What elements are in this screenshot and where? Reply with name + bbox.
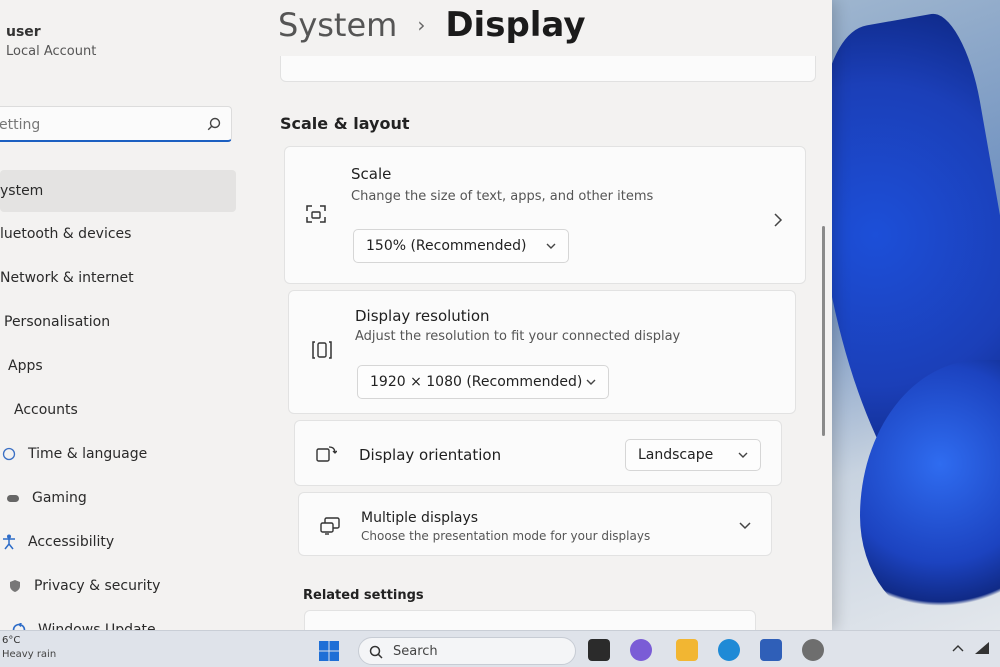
sidebar-item-accounts[interactable]: Accounts	[0, 388, 240, 432]
related-settings-card[interactable]	[304, 610, 756, 630]
search-icon	[369, 645, 383, 659]
sidebar-item-network[interactable]: Network & internet	[0, 256, 240, 300]
display-resolution-card: Display resolution Adjust the resolution…	[288, 290, 796, 414]
shield-icon	[6, 577, 24, 595]
display-orientation-card: Display orientation Landscape	[294, 420, 782, 486]
edge-browser-icon[interactable]	[718, 639, 740, 661]
multiple-displays-title: Multiple displays	[361, 510, 479, 526]
taskbar: 6°C Heavy rain Search	[0, 630, 1000, 667]
accessibility-icon	[0, 533, 18, 551]
user-name: user	[6, 24, 41, 40]
settings-gear-icon[interactable]	[802, 639, 824, 661]
network-tray-icon[interactable]	[974, 641, 990, 655]
multiple-displays-description: Choose the presentation mode for your di…	[361, 529, 651, 543]
resolution-title: Display resolution	[355, 307, 490, 325]
orientation-value: Landscape	[638, 447, 714, 463]
scale-card[interactable]: Scale Change the size of text, apps, and…	[284, 146, 806, 284]
scale-title: Scale	[351, 165, 392, 183]
resolution-value: 1920 × 1080 (Recommended)	[370, 374, 583, 390]
sidebar-item-bluetooth[interactable]: luetooth & devices	[0, 212, 240, 256]
search-placeholder: etting	[0, 117, 41, 133]
sidebar-item-accessibility[interactable]: Accessibility	[0, 520, 240, 564]
related-settings-heading: Related settings	[303, 588, 424, 603]
resolution-icon	[312, 341, 332, 359]
file-explorer-icon[interactable]	[676, 639, 698, 661]
sidebar-item-label: Accessibility	[28, 534, 115, 550]
multiple-displays-icon	[320, 517, 340, 535]
sidebar-item-personalisation[interactable]: Personalisation	[0, 300, 240, 344]
resolution-description: Adjust the resolution to fit your connec…	[355, 329, 681, 344]
scale-description: Change the size of text, apps, and other…	[351, 189, 654, 204]
settings-window: user Local Account etting ystem luetooth…	[0, 0, 832, 638]
section-title: Scale & layout	[280, 114, 410, 133]
multiple-displays-card[interactable]: Multiple displays Choose the presentatio…	[298, 492, 772, 556]
desktop-wallpaper	[820, 0, 1000, 630]
scrollbar[interactable]	[822, 226, 825, 436]
sidebar-item-label: Apps	[8, 358, 43, 374]
teams-chat-icon[interactable]	[630, 639, 652, 661]
sidebar-item-label: Privacy & security	[34, 578, 161, 594]
store-icon[interactable]	[760, 639, 782, 661]
sidebar-item-label: Network & internet	[0, 270, 134, 286]
scale-icon	[306, 205, 326, 223]
settings-search-input[interactable]: etting	[0, 106, 232, 142]
chevron-down-icon	[546, 243, 556, 249]
orientation-icon	[316, 446, 337, 462]
chevron-down-icon[interactable]	[739, 521, 751, 531]
task-view-icon[interactable]	[588, 639, 610, 661]
chevron-right-icon[interactable]	[773, 213, 783, 227]
sidebar-item-label: Gaming	[32, 490, 87, 506]
controller-icon	[4, 489, 22, 507]
sidebar-item-gaming[interactable]: Gaming	[0, 476, 240, 520]
windows-start-icon[interactable]	[318, 640, 340, 662]
scale-value: 150% (Recommended)	[366, 238, 527, 254]
globe-icon	[0, 445, 18, 463]
search-icon[interactable]	[207, 117, 221, 131]
chevron-down-icon	[586, 379, 596, 385]
sidebar-item-system[interactable]: ystem	[0, 170, 236, 212]
user-account-type: Local Account	[6, 44, 97, 59]
taskbar-search-label: Search	[393, 644, 438, 659]
sidebar-item-time-language[interactable]: Time & language	[0, 432, 240, 476]
sidebar-item-label: Accounts	[14, 402, 78, 418]
weather-temperature[interactable]: 6°C	[2, 635, 20, 646]
weather-description[interactable]: Heavy rain	[2, 649, 56, 660]
chevron-down-icon	[738, 452, 748, 458]
scale-dropdown[interactable]: 150% (Recommended)	[353, 229, 569, 263]
previous-settings-card	[280, 56, 816, 82]
sidebar-item-privacy[interactable]: Privacy & security	[0, 564, 240, 608]
orientation-dropdown[interactable]: Landscape	[625, 439, 761, 471]
breadcrumb-separator: ›	[417, 13, 426, 37]
chevron-up-icon[interactable]	[952, 643, 964, 653]
sidebar-item-apps[interactable]: Apps	[0, 344, 240, 388]
resolution-dropdown[interactable]: 1920 × 1080 (Recommended)	[357, 365, 609, 399]
orientation-title: Display orientation	[359, 446, 502, 464]
sidebar-item-label: Time & language	[28, 446, 148, 462]
page-title: Display	[445, 5, 586, 45]
breadcrumb: System › Display	[278, 2, 586, 48]
taskbar-search-box[interactable]: Search	[358, 637, 576, 665]
sidebar-item-label: Personalisation	[4, 314, 111, 330]
sidebar-item-label: luetooth & devices	[0, 226, 132, 242]
sidebar-item-label: ystem	[0, 183, 44, 199]
sidebar-nav: ystem luetooth & devices Network & inter…	[0, 170, 240, 652]
sidebar: user Local Account etting ystem luetooth…	[0, 0, 250, 638]
breadcrumb-parent[interactable]: System	[278, 6, 397, 44]
